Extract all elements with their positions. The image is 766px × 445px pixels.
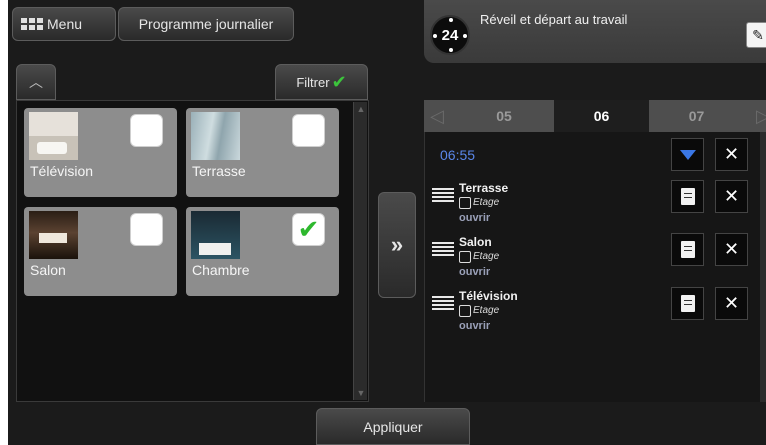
action-command: ouvrir xyxy=(459,320,491,332)
action-device-name: Terrasse xyxy=(459,181,509,195)
edit-action-button[interactable] xyxy=(671,287,704,320)
action-floor: Etage xyxy=(473,305,500,316)
edit-note-icon xyxy=(680,241,695,258)
edit-action-button[interactable] xyxy=(671,180,704,213)
floor-icon xyxy=(459,197,471,209)
close-icon: ✕ xyxy=(723,293,740,313)
expand-time-button[interactable] xyxy=(671,138,704,171)
shutter-icon xyxy=(432,296,454,312)
device-list-scrollbar[interactable]: ▲ ▼ xyxy=(353,102,367,400)
edit-schedule-button[interactable]: ✎ xyxy=(746,22,766,48)
device-tile-salon[interactable]: Salon xyxy=(24,207,177,296)
action-device-name: Télévision xyxy=(459,289,518,303)
checkmark-icon: ✔ xyxy=(297,214,320,244)
filter-button[interactable]: Filtrer ✔ xyxy=(275,64,368,100)
action-command: ouvrir xyxy=(459,212,491,224)
menu-grid-icon xyxy=(21,18,43,30)
apply-button[interactable]: Appliquer xyxy=(316,408,470,445)
schedule-title: Réveil et départ au travail xyxy=(480,12,628,27)
window-edge xyxy=(0,0,8,445)
device-label: Télévision xyxy=(30,163,94,179)
tab-day-06[interactable]: 06 xyxy=(554,100,649,132)
chevron-up-icon: ︿ xyxy=(29,74,43,90)
delete-action-button[interactable]: ✕ xyxy=(715,287,748,320)
double-chevron-right-icon: » xyxy=(390,232,404,257)
action-device-name: Salon xyxy=(459,235,492,249)
clock-24-icon[interactable]: 24 xyxy=(430,15,470,55)
edit-note-icon xyxy=(680,295,695,312)
check-icon: ✔ xyxy=(331,71,347,92)
menu-label: Menu xyxy=(47,16,83,32)
terrasse-thumbnail xyxy=(191,112,240,160)
action-command: ouvrir xyxy=(459,266,491,278)
device-tile-chambre[interactable]: Chambre ✔ xyxy=(186,207,339,296)
device-label: Chambre xyxy=(192,262,250,278)
device-checkbox[interactable] xyxy=(130,213,163,246)
apply-label: Appliquer xyxy=(363,418,423,435)
tab-label: 07 xyxy=(688,108,705,124)
filter-label: Filtrer xyxy=(296,74,330,90)
delete-action-button[interactable]: ✕ xyxy=(715,180,748,213)
menu-button[interactable]: Menu xyxy=(12,7,116,41)
television-thumbnail xyxy=(29,112,78,160)
collapse-button[interactable]: ︿ xyxy=(16,64,56,100)
delete-action-button[interactable]: ✕ xyxy=(715,233,748,266)
day-tabs: ◁ 05 06 07 ▷ xyxy=(424,100,766,132)
prev-day-icon[interactable]: ◁ xyxy=(430,100,444,132)
delete-time-button[interactable]: ✕ xyxy=(715,138,748,171)
add-to-schedule-button[interactable]: » xyxy=(378,192,416,298)
schedule-header xyxy=(424,0,766,63)
device-label: Terrasse xyxy=(192,163,246,179)
close-icon: ✕ xyxy=(723,144,740,164)
device-label: Salon xyxy=(30,262,66,278)
device-checkbox-checked[interactable]: ✔ xyxy=(292,213,325,246)
edit-action-button[interactable] xyxy=(671,233,704,266)
device-tile-television[interactable]: Télévision xyxy=(24,108,177,197)
tab-day-05[interactable]: 05 xyxy=(459,100,549,132)
daily-program-label: Programme journalier xyxy=(138,16,274,32)
scroll-up-icon[interactable]: ▲ xyxy=(356,104,366,114)
clock-value: 24 xyxy=(441,26,459,44)
edit-icon: ✎ xyxy=(752,26,764,43)
action-floor: Etage xyxy=(473,197,500,208)
scroll-down-icon[interactable]: ▼ xyxy=(356,388,366,398)
device-checkbox[interactable] xyxy=(292,114,325,147)
floor-icon xyxy=(459,251,471,263)
device-checkbox[interactable] xyxy=(130,114,163,147)
tab-label: 06 xyxy=(593,108,610,124)
action-floor: Etage xyxy=(473,251,500,262)
time-entry[interactable]: 06:55 xyxy=(440,147,475,163)
tab-label: 05 xyxy=(496,108,512,124)
shutter-icon xyxy=(432,188,454,204)
close-icon: ✕ xyxy=(723,186,740,206)
daily-program-button[interactable]: Programme journalier xyxy=(118,7,294,41)
edit-note-icon xyxy=(680,188,695,205)
next-day-icon[interactable]: ▷ xyxy=(756,100,766,132)
close-icon: ✕ xyxy=(723,239,740,259)
triangle-down-icon xyxy=(679,149,696,160)
shutter-icon xyxy=(432,242,454,258)
floor-icon xyxy=(459,305,471,317)
schedule-scrollbar[interactable] xyxy=(760,132,766,402)
tab-day-07[interactable]: 07 xyxy=(649,100,744,132)
chambre-thumbnail xyxy=(191,211,240,259)
salon-thumbnail xyxy=(29,211,78,259)
device-tile-terrasse[interactable]: Terrasse xyxy=(186,108,339,197)
